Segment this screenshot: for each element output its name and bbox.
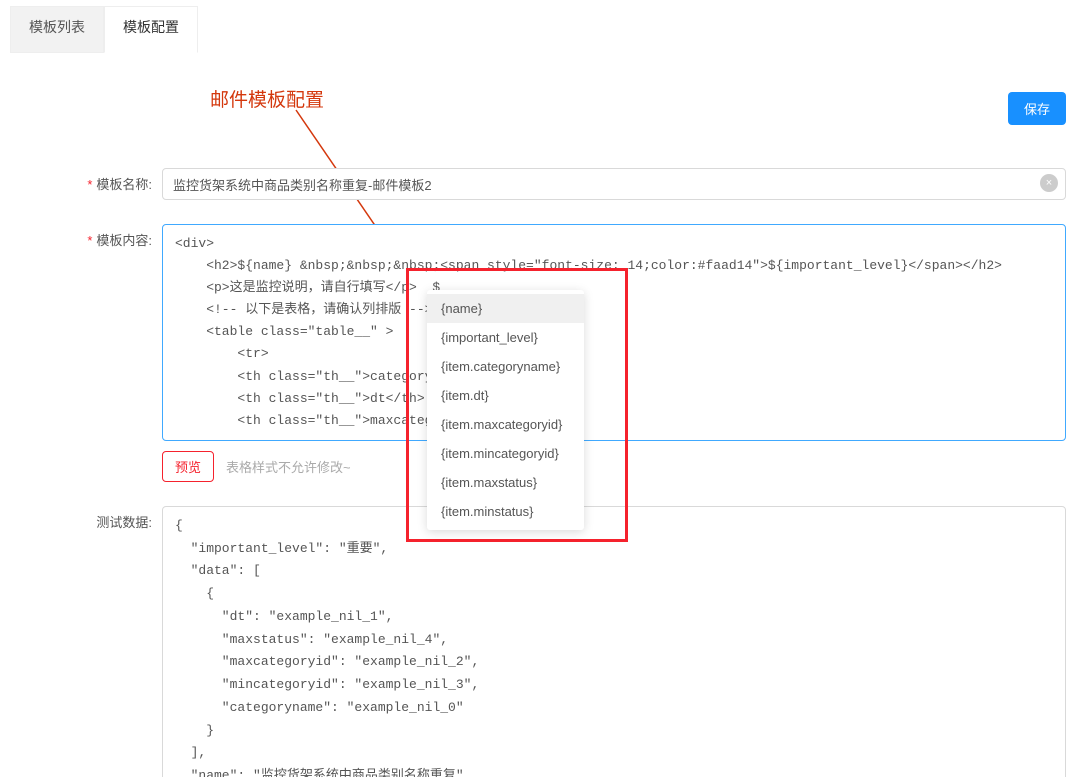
template-name-input[interactable] — [162, 168, 1066, 200]
preview-button[interactable]: 预览 — [162, 451, 214, 482]
label-template-name: 模板名称: — [0, 168, 162, 193]
autocomplete-item[interactable]: {item.minstatus} — [427, 497, 584, 526]
clear-icon[interactable]: × — [1040, 174, 1058, 192]
label-test-data: 测试数据: — [0, 506, 162, 531]
save-button[interactable]: 保存 — [1008, 92, 1066, 125]
test-data-textarea[interactable]: { "important_level": "重要", "data": [ { "… — [162, 506, 1066, 777]
autocomplete-item[interactable]: {item.maxstatus} — [427, 468, 584, 497]
autocomplete-item[interactable]: {name} — [427, 294, 584, 323]
template-content-textarea[interactable]: <div> <h2>${name} &nbsp;&nbsp;&nbsp;<spa… — [162, 224, 1066, 441]
autocomplete-item[interactable]: {item.categoryname} — [427, 352, 584, 381]
autocomplete-item[interactable]: {item.mincategoryid} — [427, 439, 584, 468]
autocomplete-item[interactable]: {item.dt} — [427, 381, 584, 410]
autocomplete-item[interactable]: {important_level} — [427, 323, 584, 352]
autocomplete-dropdown: {name} {important_level} {item.categoryn… — [427, 290, 584, 530]
row-template-name: 模板名称: × — [0, 168, 1066, 200]
tab-template-config[interactable]: 模板配置 — [104, 6, 198, 53]
content-hint: 表格样式不允许修改~ — [226, 457, 351, 476]
autocomplete-item[interactable]: {item.maxcategoryid} — [427, 410, 584, 439]
row-test-data: 测试数据: { "important_level": "重要", "data":… — [0, 506, 1066, 777]
tab-template-list[interactable]: 模板列表 — [10, 6, 104, 53]
label-template-content: 模板内容: — [0, 224, 162, 249]
tabs-bar: 模板列表 模板配置 — [0, 0, 1080, 54]
callout-title: 邮件模板配置 — [210, 85, 324, 112]
